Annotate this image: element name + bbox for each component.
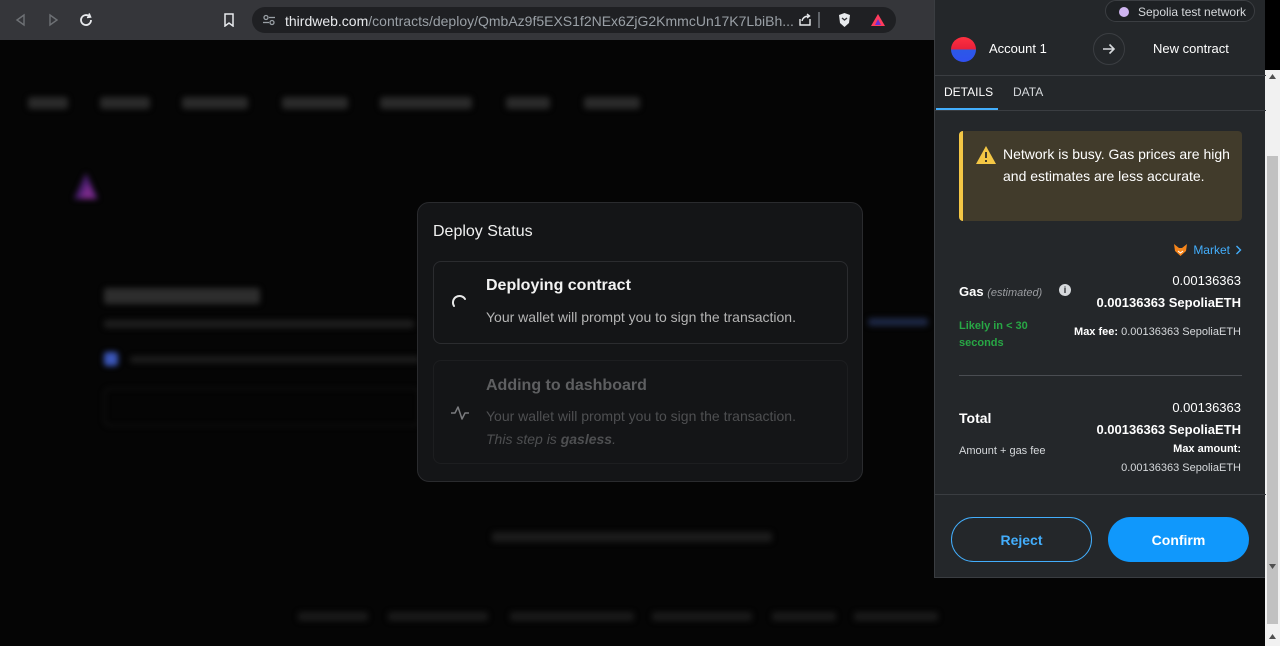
bg-footer-link (772, 612, 836, 621)
bg-footer-link (854, 612, 938, 621)
brave-shield-icon[interactable] (836, 12, 852, 28)
browser-toolbar: thirdweb.com/contracts/deploy/QmbAz9f5EX… (0, 0, 935, 40)
market-label: Market (1193, 243, 1230, 257)
bg-nav-item (584, 97, 640, 109)
deploy-step-deploying: Deploying contract Your wallet will prom… (433, 261, 848, 344)
bg-subtext (104, 320, 414, 328)
step-description: Your wallet will prompt you to sign the … (486, 309, 796, 325)
reject-button[interactable]: Reject (951, 517, 1092, 562)
footer-divider (935, 494, 1266, 495)
tab-bar: DETAILS DATA (935, 76, 1266, 111)
back-icon[interactable] (10, 9, 32, 31)
amount-gas-label: Amount + gas fee (959, 445, 1046, 457)
reload-icon[interactable] (75, 9, 97, 31)
total-label: Total (959, 410, 992, 426)
forward-icon[interactable] (42, 9, 64, 31)
scroll-down-icon[interactable] (1269, 564, 1276, 569)
address-divider (818, 12, 820, 28)
bg-nav-item (28, 97, 68, 109)
bg-footer-link (510, 612, 634, 621)
page-scrollbar[interactable] (1265, 70, 1280, 646)
fox-icon (1174, 244, 1188, 256)
modal-title: Deploy Status (433, 223, 533, 240)
deploy-status-modal: Deploy Status Deploying contract Your wa… (417, 202, 863, 482)
activity-icon (450, 403, 470, 423)
gas-eth-value: 0.00136363 SepoliaETH (1096, 295, 1241, 310)
bg-nav-item (100, 97, 150, 109)
max-amount-value: 0.00136363 SepoliaETH (1121, 462, 1241, 474)
gas-estimated-label: (estimated) (987, 287, 1043, 299)
bg-footer-link (652, 612, 752, 621)
step-description: Your wallet will prompt you to sign the … (486, 408, 796, 424)
bg-network-select (104, 388, 420, 426)
section-divider (959, 375, 1242, 376)
chevron-right-icon (1236, 245, 1242, 255)
max-fee: Max fee: 0.00136363 SepoliaETH (1074, 326, 1241, 338)
share-icon[interactable] (797, 12, 813, 28)
bg-nav-item (182, 97, 248, 109)
bg-link (868, 318, 928, 326)
market-link[interactable]: Market (1173, 243, 1242, 257)
brave-rewards-icon[interactable] (870, 12, 886, 28)
bg-footer-link (388, 612, 488, 621)
gasless-note: This step is gasless. (486, 431, 616, 447)
site-settings-icon[interactable] (261, 12, 277, 28)
bookmark-icon[interactable] (218, 9, 240, 31)
step-title: Adding to dashboard (486, 377, 647, 394)
gas-fiat-value: 0.00136363 (1172, 273, 1241, 288)
thirdweb-logo (64, 167, 108, 203)
scroll-up-icon[interactable] (1269, 634, 1276, 639)
arrow-right-icon (1093, 33, 1125, 65)
scroll-up-icon[interactable] (1269, 74, 1276, 79)
account-avatar (951, 37, 976, 62)
destination-label: New contract (1153, 41, 1229, 56)
scroll-thumb[interactable] (1267, 156, 1278, 624)
address-bar[interactable]: thirdweb.com/contracts/deploy/QmbAz9f5EX… (252, 7, 896, 33)
network-dot-icon (1119, 7, 1129, 17)
max-amount-label: Max amount: (1173, 443, 1241, 455)
url-host: thirdweb.com (285, 13, 369, 29)
confirm-button[interactable]: Confirm (1108, 517, 1249, 562)
info-icon[interactable]: i (1059, 284, 1071, 296)
bg-nav-item (282, 97, 348, 109)
total-eth-value: 0.00136363 SepoliaETH (1096, 422, 1241, 437)
network-selector[interactable]: Sepolia test network (1105, 0, 1255, 22)
bg-footer-link (298, 612, 368, 621)
warning-icon (975, 145, 997, 165)
deploy-step-dashboard: Adding to dashboard Your wallet will pro… (433, 360, 848, 464)
account-row: Account 1 New contract (935, 22, 1266, 76)
note-suffix: . (612, 431, 616, 447)
bg-nav-item (506, 97, 550, 109)
total-fiat-value: 0.00136363 (1172, 400, 1241, 415)
warning-text: Network is busy. Gas prices are high and… (1003, 146, 1230, 184)
max-fee-label: Max fee: (1074, 326, 1119, 338)
gas-label: Gas (estimated) (959, 284, 1042, 299)
url-path: /contracts/deploy/QmbAz9f5EXS1f2NEx6ZjG2… (368, 13, 794, 29)
gas-label-text: Gas (959, 284, 984, 299)
network-label: Sepolia test network (1138, 5, 1247, 19)
likely-time: Likely in < 30 seconds (959, 320, 1028, 349)
tab-data[interactable]: DATA (1013, 85, 1043, 99)
bg-checkbox (104, 352, 118, 366)
wallet-confirm-popup: Sepolia test network Account 1 New contr… (934, 0, 1266, 578)
max-fee-value: 0.00136363 SepoliaETH (1121, 326, 1241, 338)
bg-nav-item (380, 97, 472, 109)
active-tab-indicator (936, 108, 998, 110)
bg-heading (104, 288, 260, 304)
bg-checkbox-label (130, 356, 420, 363)
note-prefix: This step is (486, 431, 561, 447)
tab-details[interactable]: DETAILS (944, 85, 993, 99)
account-name[interactable]: Account 1 (989, 41, 1047, 56)
bg-learn-link (492, 532, 772, 542)
loading-spinner-icon (450, 292, 470, 312)
note-bold: gasless (560, 431, 613, 447)
network-busy-warning: Network is busy. Gas prices are high and… (959, 131, 1242, 221)
step-title: Deploying contract (486, 277, 631, 294)
url-text: thirdweb.com/contracts/deploy/QmbAz9f5EX… (285, 13, 794, 29)
